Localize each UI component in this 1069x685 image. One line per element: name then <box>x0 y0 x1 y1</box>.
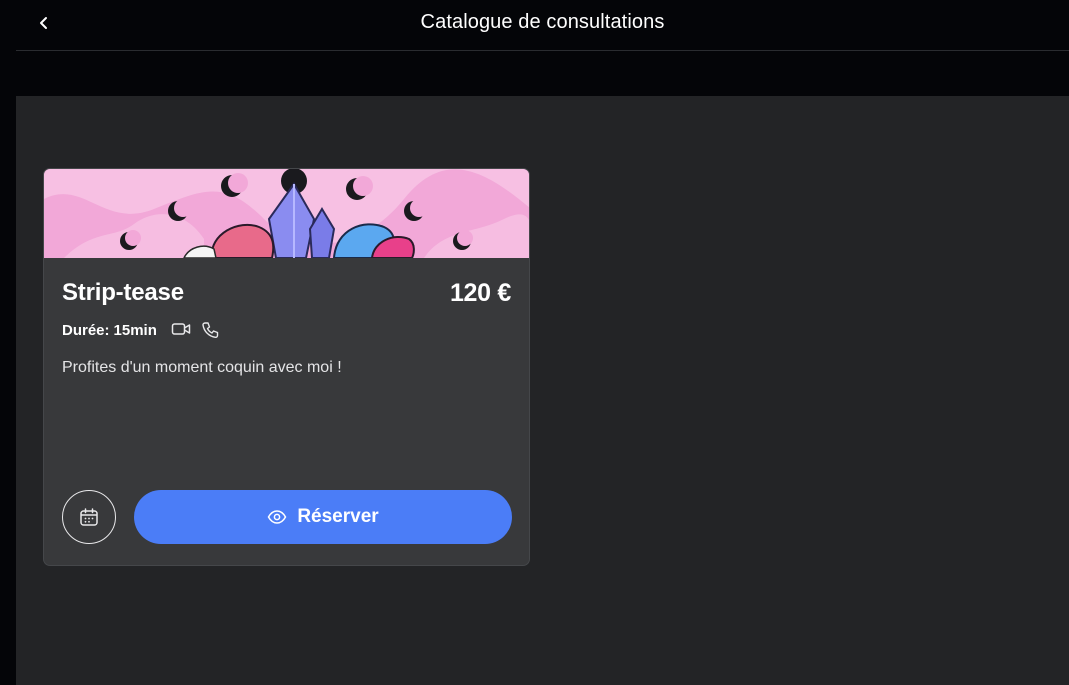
card-description: Profites d'un moment coquin avec moi ! <box>62 359 342 376</box>
duration-value: 15min <box>113 321 157 339</box>
top-bar: Catalogue de consultations <box>16 0 1069 51</box>
card-price: 120 € <box>449 279 511 307</box>
page-title: Catalogue de consultations <box>420 11 665 33</box>
reserve-label: Réserver <box>297 506 379 527</box>
duration-row: Durée: 15min <box>62 321 219 339</box>
sub-header <box>16 51 1069 96</box>
reserve-button[interactable]: Réserver <box>134 490 512 544</box>
card-title: Strip-tease <box>62 279 184 306</box>
main-content: Strip-tease 120 € Durée: 15min Profites … <box>16 96 1069 685</box>
calendar-icon <box>80 508 98 526</box>
phone-icon <box>202 322 219 339</box>
duration-label: Durée: <box>62 321 110 339</box>
calendar-button[interactable] <box>62 490 116 544</box>
card-banner-image <box>44 169 529 258</box>
consultation-card[interactable]: Strip-tease 120 € Durée: 15min Profites … <box>43 168 530 566</box>
eye-icon <box>267 510 287 524</box>
video-camera-icon <box>171 323 191 335</box>
